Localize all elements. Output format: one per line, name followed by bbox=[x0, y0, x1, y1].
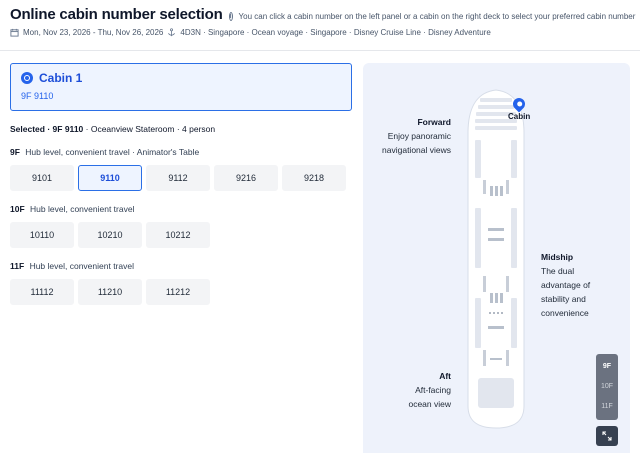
zone-aft-name: Aft bbox=[439, 371, 451, 381]
cabin-button[interactable]: 11210 bbox=[78, 279, 142, 305]
floor-label-11f: 11F Hub level, convenient travel bbox=[10, 261, 134, 271]
selected-cabin: 9F 9110 bbox=[52, 124, 84, 134]
map-pin-icon bbox=[510, 95, 528, 113]
cabin-button[interactable]: 10212 bbox=[146, 222, 210, 248]
cabin-button-selected[interactable]: 9110 bbox=[78, 165, 142, 191]
floor-label-9f: 9F Hub level, convenient travel · Animat… bbox=[10, 147, 199, 157]
deck-option-10f[interactable]: 10F bbox=[597, 376, 617, 396]
zone-forward-line: navigational views bbox=[382, 145, 451, 155]
cabin-button[interactable]: 11212 bbox=[146, 279, 210, 305]
zone-aft: Aft Aft-facing ocean view bbox=[363, 369, 451, 411]
deck-switcher: 9F 10F 11F bbox=[596, 354, 618, 420]
cabin-card[interactable]: Cabin 1 9F 9110 bbox=[10, 63, 352, 111]
zone-midship-line: advantage of bbox=[541, 280, 591, 290]
cabin-row-11f: 11112 11210 11212 bbox=[10, 279, 210, 305]
trip-details: 4D3N · Singapore · Ocean voyage · Singap… bbox=[180, 28, 491, 37]
page-header: Online cabin number selection i You can … bbox=[10, 6, 635, 37]
cabin-card-head: Cabin 1 bbox=[21, 71, 341, 85]
cabin-row-9f: 9101 9110 9112 9216 9218 bbox=[10, 165, 346, 191]
selected-prefix: Selected bbox=[10, 124, 45, 134]
cabin-selection-page: Online cabin number selection i You can … bbox=[0, 0, 640, 453]
zone-midship: Midship The dual advantage of stability … bbox=[541, 250, 621, 320]
page-title: Online cabin number selection bbox=[10, 6, 223, 23]
cabin-pin-label: Cabin bbox=[508, 112, 531, 121]
cabin-row-10f: 10110 10210 10212 bbox=[10, 222, 210, 248]
floor-desc: Hub level, convenient travel bbox=[30, 204, 135, 214]
selection-hint: You can click a cabin number on the left… bbox=[238, 12, 636, 21]
zone-midship-line: The dual bbox=[541, 266, 575, 276]
ship-deck-plan[interactable] bbox=[466, 88, 526, 430]
cabin-location-pin[interactable]: Cabin bbox=[508, 95, 531, 121]
title-row: Online cabin number selection i You can … bbox=[10, 6, 635, 23]
deck-option-11f[interactable]: 11F bbox=[597, 396, 617, 416]
deck-option-9f[interactable]: 9F bbox=[597, 356, 617, 376]
floor-desc: Hub level, convenient travel bbox=[29, 261, 134, 271]
trip-meta: Mon, Nov 23, 2026 - Thu, Nov 26, 2026 4D… bbox=[10, 28, 632, 37]
cabin-button[interactable]: 10210 bbox=[78, 222, 142, 248]
cabin-button[interactable]: 10110 bbox=[10, 222, 74, 248]
zone-midship-line: convenience bbox=[541, 308, 589, 318]
cabin-button[interactable]: 9112 bbox=[146, 165, 210, 191]
header-divider bbox=[0, 50, 640, 51]
cabin-button[interactable]: 9218 bbox=[282, 165, 346, 191]
cabin-badge-icon bbox=[21, 72, 33, 84]
floor-name: 11F bbox=[10, 261, 25, 271]
zone-forward-name: Forward bbox=[417, 117, 451, 127]
zone-midship-line: stability and bbox=[541, 294, 586, 304]
floor-name: 10F bbox=[10, 204, 25, 214]
selected-details: · Oceanview Stateroom · 4 person bbox=[85, 124, 216, 134]
cabin-button[interactable]: 11112 bbox=[10, 279, 74, 305]
expand-button[interactable] bbox=[596, 426, 618, 446]
zone-forward-line: Enjoy panoramic bbox=[387, 131, 451, 141]
info-icon: i bbox=[228, 12, 233, 21]
zone-forward: Forward Enjoy panoramic navigational vie… bbox=[363, 115, 451, 157]
calendar-icon bbox=[10, 28, 19, 37]
zone-aft-line: ocean view bbox=[408, 399, 451, 409]
cabin-button[interactable]: 9216 bbox=[214, 165, 278, 191]
cabin-card-selected: 9F 9110 bbox=[21, 91, 54, 101]
deck-map-panel: Forward Enjoy panoramic navigational vie… bbox=[363, 63, 630, 453]
selected-summary: Selected · 9F 9110 · Oceanview Stateroom… bbox=[10, 124, 215, 134]
cabin-button[interactable]: 9101 bbox=[10, 165, 74, 191]
floor-name: 9F bbox=[10, 147, 20, 157]
zone-aft-line: Aft-facing bbox=[415, 385, 451, 395]
expand-icon bbox=[602, 431, 612, 441]
anchor-icon bbox=[168, 28, 176, 37]
floor-desc: Hub level, convenient travel · Animator'… bbox=[25, 147, 200, 157]
floor-label-10f: 10F Hub level, convenient travel bbox=[10, 204, 134, 214]
cabin-card-title: Cabin 1 bbox=[39, 71, 83, 85]
zone-midship-name: Midship bbox=[541, 252, 574, 262]
trip-dates: Mon, Nov 23, 2026 - Thu, Nov 26, 2026 bbox=[23, 28, 164, 37]
